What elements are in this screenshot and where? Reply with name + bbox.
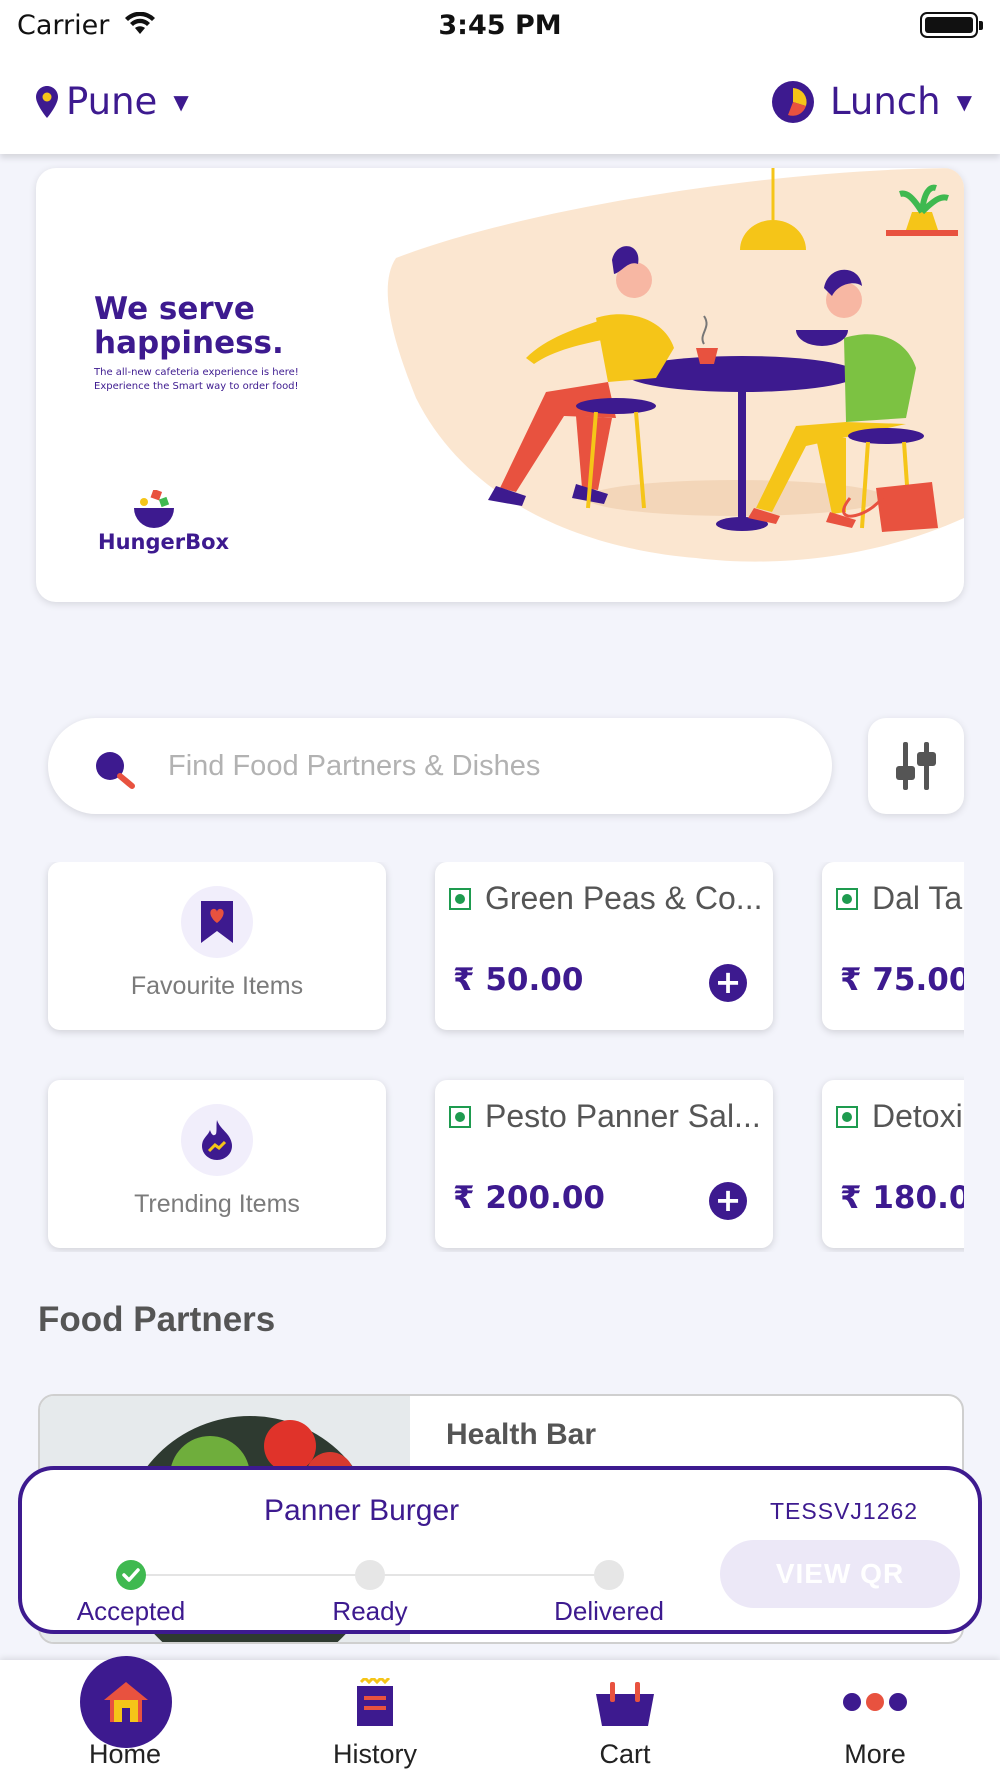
tab-label: Cart bbox=[599, 1739, 651, 1769]
sliders-icon bbox=[896, 742, 936, 790]
add-to-cart-button[interactable]: + bbox=[709, 964, 747, 1002]
dish-price: ₹ 180.00 bbox=[840, 1180, 964, 1216]
search-icon bbox=[96, 752, 135, 789]
dish-price: ₹ 200.00 bbox=[453, 1180, 605, 1216]
veg-indicator-icon bbox=[449, 888, 471, 910]
location-pin-icon bbox=[36, 85, 58, 118]
bottom-tab-bar: Home History Cart More bbox=[0, 1656, 1000, 1778]
location-selector[interactable]: Pune ▼ bbox=[36, 80, 189, 123]
tab-label: More bbox=[844, 1739, 906, 1769]
veg-indicator-icon bbox=[836, 888, 858, 910]
food-partners-title: Food Partners bbox=[38, 1300, 276, 1339]
tab-history[interactable]: History bbox=[250, 1660, 500, 1778]
dish-card[interactable]: Detoxi ₹ 180.00 bbox=[822, 1080, 964, 1248]
dish-name: Green Peas & Co... bbox=[485, 880, 763, 916]
dish-card[interactable]: Dal Ta ₹ 75.00 bbox=[822, 862, 964, 1030]
dish-name: Detoxi bbox=[872, 1098, 963, 1134]
tab-more[interactable]: More bbox=[750, 1660, 1000, 1778]
step-label: Ready bbox=[332, 1596, 408, 1626]
meal-label: Lunch bbox=[829, 80, 941, 123]
step-label: Delivered bbox=[554, 1596, 664, 1626]
step-label: Accepted bbox=[76, 1596, 186, 1626]
more-dots-icon bbox=[750, 1692, 1000, 1712]
hungerbox-logo-icon bbox=[134, 490, 174, 528]
flame-trend-icon bbox=[181, 1104, 253, 1176]
chevron-down-icon: ▼ bbox=[173, 89, 189, 114]
add-to-cart-button[interactable]: + bbox=[709, 1182, 747, 1220]
favourite-items-label: Favourite Items bbox=[130, 972, 304, 1000]
filter-button[interactable] bbox=[868, 718, 964, 814]
dish-card[interactable]: Pesto Panner Sal... ₹ 200.00 + bbox=[435, 1080, 773, 1248]
banner-subtitle: The all-new cafeteria experience is here… bbox=[94, 367, 299, 392]
search-input[interactable] bbox=[168, 742, 788, 790]
step-ready-dot bbox=[355, 1560, 385, 1590]
favourite-items-tile[interactable]: Favourite Items bbox=[48, 862, 386, 1030]
history-icon bbox=[250, 1678, 500, 1726]
promo-banner[interactable]: We serve happiness. The all-new cafeteri… bbox=[36, 168, 964, 602]
order-item-name: Panner Burger bbox=[264, 1494, 460, 1527]
order-tracker[interactable]: Panner Burger TESSVJ1262 Accepted Ready … bbox=[18, 1466, 982, 1634]
app-header: Carrier 3:45 PM Pune ▼ Lunch ▼ bbox=[0, 0, 1000, 154]
dish-price: ₹ 75.00 bbox=[840, 962, 964, 998]
step-accepted-check-icon bbox=[116, 1560, 146, 1590]
tab-home[interactable]: Home bbox=[0, 1656, 250, 1778]
veg-indicator-icon bbox=[836, 1106, 858, 1128]
status-time: 3:45 PM bbox=[438, 10, 562, 41]
search-bar[interactable] bbox=[48, 718, 832, 814]
veg-indicator-icon bbox=[449, 1106, 471, 1128]
clock-pie-icon bbox=[771, 80, 814, 123]
brand-name: HungerBox bbox=[98, 530, 230, 554]
partner-name: Health Bar bbox=[446, 1418, 597, 1451]
bookmark-heart-icon bbox=[181, 886, 253, 958]
trending-items-label: Trending Items bbox=[134, 1190, 300, 1218]
status-bar: Carrier 3:45 PM bbox=[0, 0, 1000, 52]
meal-selector[interactable]: Lunch ▼ bbox=[771, 80, 972, 123]
quick-tiles: Favourite Items Green Peas & Co... ₹ 50.… bbox=[0, 862, 964, 1252]
view-qr-button[interactable]: VIEW QR bbox=[720, 1540, 960, 1608]
cart-icon bbox=[500, 1682, 750, 1726]
dish-name: Dal Ta bbox=[872, 880, 963, 916]
banner-title: We serve happiness. bbox=[94, 291, 284, 361]
home-icon bbox=[80, 1656, 172, 1748]
tab-cart[interactable]: Cart bbox=[500, 1660, 750, 1778]
order-id: TESSVJ1262 bbox=[770, 1498, 919, 1524]
battery-icon bbox=[920, 12, 983, 38]
tab-label: Home bbox=[88, 1739, 162, 1769]
location-label: Pune bbox=[66, 80, 158, 123]
trending-items-tile[interactable]: Trending Items bbox=[48, 1080, 386, 1248]
chevron-down-icon: ▼ bbox=[956, 89, 972, 114]
dish-card[interactable]: Green Peas & Co... ₹ 50.00 + bbox=[435, 862, 773, 1030]
tab-label: History bbox=[332, 1739, 417, 1769]
dish-name: Pesto Panner Sal... bbox=[485, 1098, 761, 1134]
dish-price: ₹ 50.00 bbox=[453, 962, 584, 998]
cafe-illustration bbox=[387, 168, 964, 562]
step-delivered-dot bbox=[594, 1560, 624, 1590]
